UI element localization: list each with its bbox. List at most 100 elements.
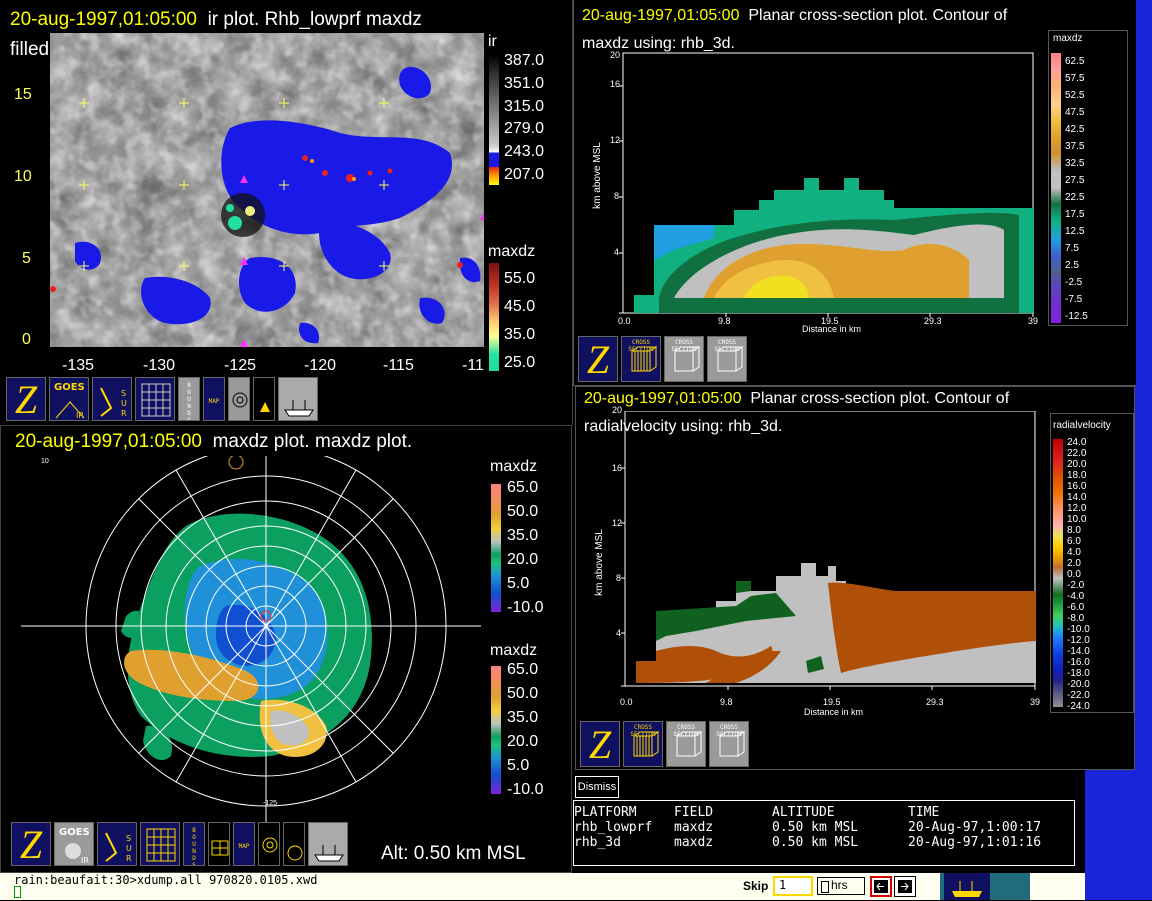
- skip-value-input[interactable]: 1: [773, 876, 813, 896]
- maxdz-toolbar: Z GOES IR SUR BOUNDS MAP: [11, 822, 348, 866]
- step-forward-button[interactable]: [894, 876, 916, 897]
- ir-maxdz-legend-title: maxdz: [488, 243, 536, 260]
- svg-text:IR: IR: [76, 411, 84, 420]
- ir-legend-value: 351.0: [504, 75, 545, 92]
- cs1-contours: [634, 178, 1034, 313]
- cs2-legend-value: 2.0: [1067, 558, 1081, 569]
- cs1-legend-value: 32.5: [1065, 158, 1085, 169]
- map-button[interactable]: MAP: [233, 822, 255, 866]
- cs2-x-tick: 9.8: [720, 697, 733, 707]
- ir-y-label: 15: [14, 86, 32, 103]
- terminal-window[interactable]: rain:beaufait:30>xdump.all 970820.0105.x…: [0, 873, 740, 900]
- cross-section-button[interactable]: CROSS SECTION: [664, 336, 704, 382]
- svg-text:R: R: [121, 409, 127, 418]
- arrow-left-icon: [874, 880, 888, 893]
- maxdz-title-time: 20-aug-1997,01:05:00: [15, 431, 202, 452]
- cs2-title-text: Planar cross-section plot. Contour of: [750, 390, 1010, 407]
- cross-section-label: CROSS SECTION: [630, 724, 656, 738]
- rings-button[interactable]: [258, 822, 280, 866]
- zebra-button[interactable]: Z: [580, 721, 620, 767]
- cs1-legend-value: 47.5: [1065, 107, 1085, 118]
- maxdz-plot-window[interactable]: 20-aug-1997,01:05:00 maxdz plot. maxdz p…: [0, 425, 572, 873]
- rings-button[interactable]: [228, 377, 250, 421]
- platform-button[interactable]: [253, 377, 275, 421]
- cs1-title-text: Planar cross-section plot. Contour of: [748, 7, 1008, 24]
- cs1-legend-value: 37.5: [1065, 141, 1085, 152]
- ir-maxdz-value: 35.0: [504, 326, 536, 343]
- maxdz-title: 20-aug-1997,01:05:00 maxdz plot. maxdz p…: [15, 432, 412, 451]
- cross-section-button-active[interactable]: CROSS SECTION: [623, 721, 663, 767]
- ir-satellite-image[interactable]: [50, 33, 484, 347]
- cs2-y-tick: 16: [612, 463, 623, 473]
- terminal-line: rain:beaufait:30>xdump.all 970820.0105.x…: [14, 873, 318, 887]
- circle-icon: [287, 845, 303, 861]
- cs2-plot[interactable]: [596, 411, 1056, 711]
- ir-x-label: -115: [383, 357, 414, 374]
- cs2-title: 20-aug-1997,01:05:00 Planar cross-sectio…: [584, 391, 1009, 407]
- cs2-legend-value: 0.0: [1067, 569, 1081, 580]
- ir-x-label: -125: [224, 357, 257, 374]
- cross-section-button-active[interactable]: CROSS SECTION: [621, 336, 661, 382]
- taskbar-ship-icon[interactable]: [940, 873, 1030, 900]
- ship-button[interactable]: [308, 822, 348, 866]
- zebra-button[interactable]: Z: [6, 377, 46, 421]
- arrow-right-icon: [898, 880, 912, 893]
- rings-icon: [232, 392, 248, 408]
- dismiss-button[interactable]: Dismiss: [575, 776, 619, 798]
- bounds-button[interactable]: BOUNDS: [183, 822, 205, 866]
- cs2-legend-value: 22.0: [1067, 448, 1087, 459]
- platform-table: PLATFORM FIELD ALTITUDE TIME rhb_lowprf …: [573, 800, 1075, 866]
- menu-icon: [821, 881, 829, 893]
- terminal-cursor: [14, 886, 21, 898]
- cs2-legend-value: -18.0: [1067, 668, 1090, 679]
- cs2-legend-value: -8.0: [1067, 613, 1085, 624]
- surface-button[interactable]: SUR: [92, 377, 132, 421]
- map-button[interactable]: MAP: [203, 377, 225, 421]
- cross-section-button[interactable]: CROSS SECTION: [709, 721, 749, 767]
- satellite-icon: GOES IR: [54, 382, 85, 420]
- zebra-button[interactable]: Z: [578, 336, 618, 382]
- maxdz-legend-value: 50.0: [507, 503, 539, 520]
- step-back-button[interactable]: [870, 876, 892, 897]
- grid-button[interactable]: [135, 377, 175, 421]
- cs2-legend-value: -10.0: [1067, 624, 1090, 635]
- cross-section-maxdz-window[interactable]: 20-aug-1997,01:05:00 Planar cross-sectio…: [573, 0, 1136, 386]
- maxdz-legend2-value: 35.0: [507, 709, 539, 726]
- maxdz-legend-value: 20.0: [507, 551, 539, 568]
- cs1-legend-value: -2.5: [1065, 277, 1083, 288]
- cs2-ylabel: km above MSL: [593, 529, 605, 596]
- ir-legend-value: 279.0: [504, 120, 545, 137]
- cs1-x-tick: 29.3: [924, 316, 942, 326]
- ir-legend-value: 243.0: [504, 143, 545, 160]
- grid-small-button[interactable]: [208, 822, 230, 866]
- cs2-xlabel: Distance in km: [804, 707, 864, 717]
- cs1-title: 20-aug-1997,01:05:00 Planar cross-sectio…: [582, 8, 1007, 24]
- surface-button[interactable]: SUR: [97, 822, 137, 866]
- circle-button[interactable]: [283, 822, 305, 866]
- cell-field: maxdz: [674, 835, 714, 850]
- cell-altitude: 0.50 km MSL: [772, 820, 859, 835]
- bounds-button[interactable]: BOUNDS: [178, 377, 200, 421]
- ir-x-label: -11: [462, 357, 484, 374]
- cs2-legend-value: 14.0: [1067, 492, 1087, 503]
- cross-section-label: CROSS SECTION: [716, 724, 742, 738]
- cs2-legend-value: 8.0: [1067, 525, 1081, 536]
- goes-ir-button[interactable]: GOES IR: [49, 377, 89, 421]
- ship-button[interactable]: [278, 377, 318, 421]
- grid-button[interactable]: [140, 822, 180, 866]
- ir-legend-value: 315.0: [504, 98, 545, 115]
- cross-section-velocity-window[interactable]: 20-aug-1997,01:05:00 Planar cross-sectio…: [575, 386, 1135, 770]
- goes-ir-button[interactable]: GOES IR: [54, 822, 94, 866]
- zebra-button[interactable]: Z: [11, 822, 51, 866]
- radar-ppi-display[interactable]: [21, 456, 481, 836]
- skip-unit-button[interactable]: hrs: [817, 877, 865, 895]
- cross-section-button[interactable]: CROSS SECTION: [666, 721, 706, 767]
- ir-plot-window[interactable]: 20-aug-1997,01:05:00 ir plot. Rhb_lowprf…: [0, 0, 573, 425]
- cell-platform: rhb_3d: [574, 835, 621, 850]
- cross-section-button[interactable]: CROSS SECTION: [707, 336, 747, 382]
- cs2-title-time: 20-aug-1997,01:05:00: [584, 390, 742, 407]
- cell-platform: rhb_lowprf: [574, 820, 653, 835]
- cs1-plot[interactable]: [594, 40, 1054, 340]
- maxdz-legend-value: 65.0: [507, 479, 539, 496]
- ir-color-ramp: [489, 55, 499, 185]
